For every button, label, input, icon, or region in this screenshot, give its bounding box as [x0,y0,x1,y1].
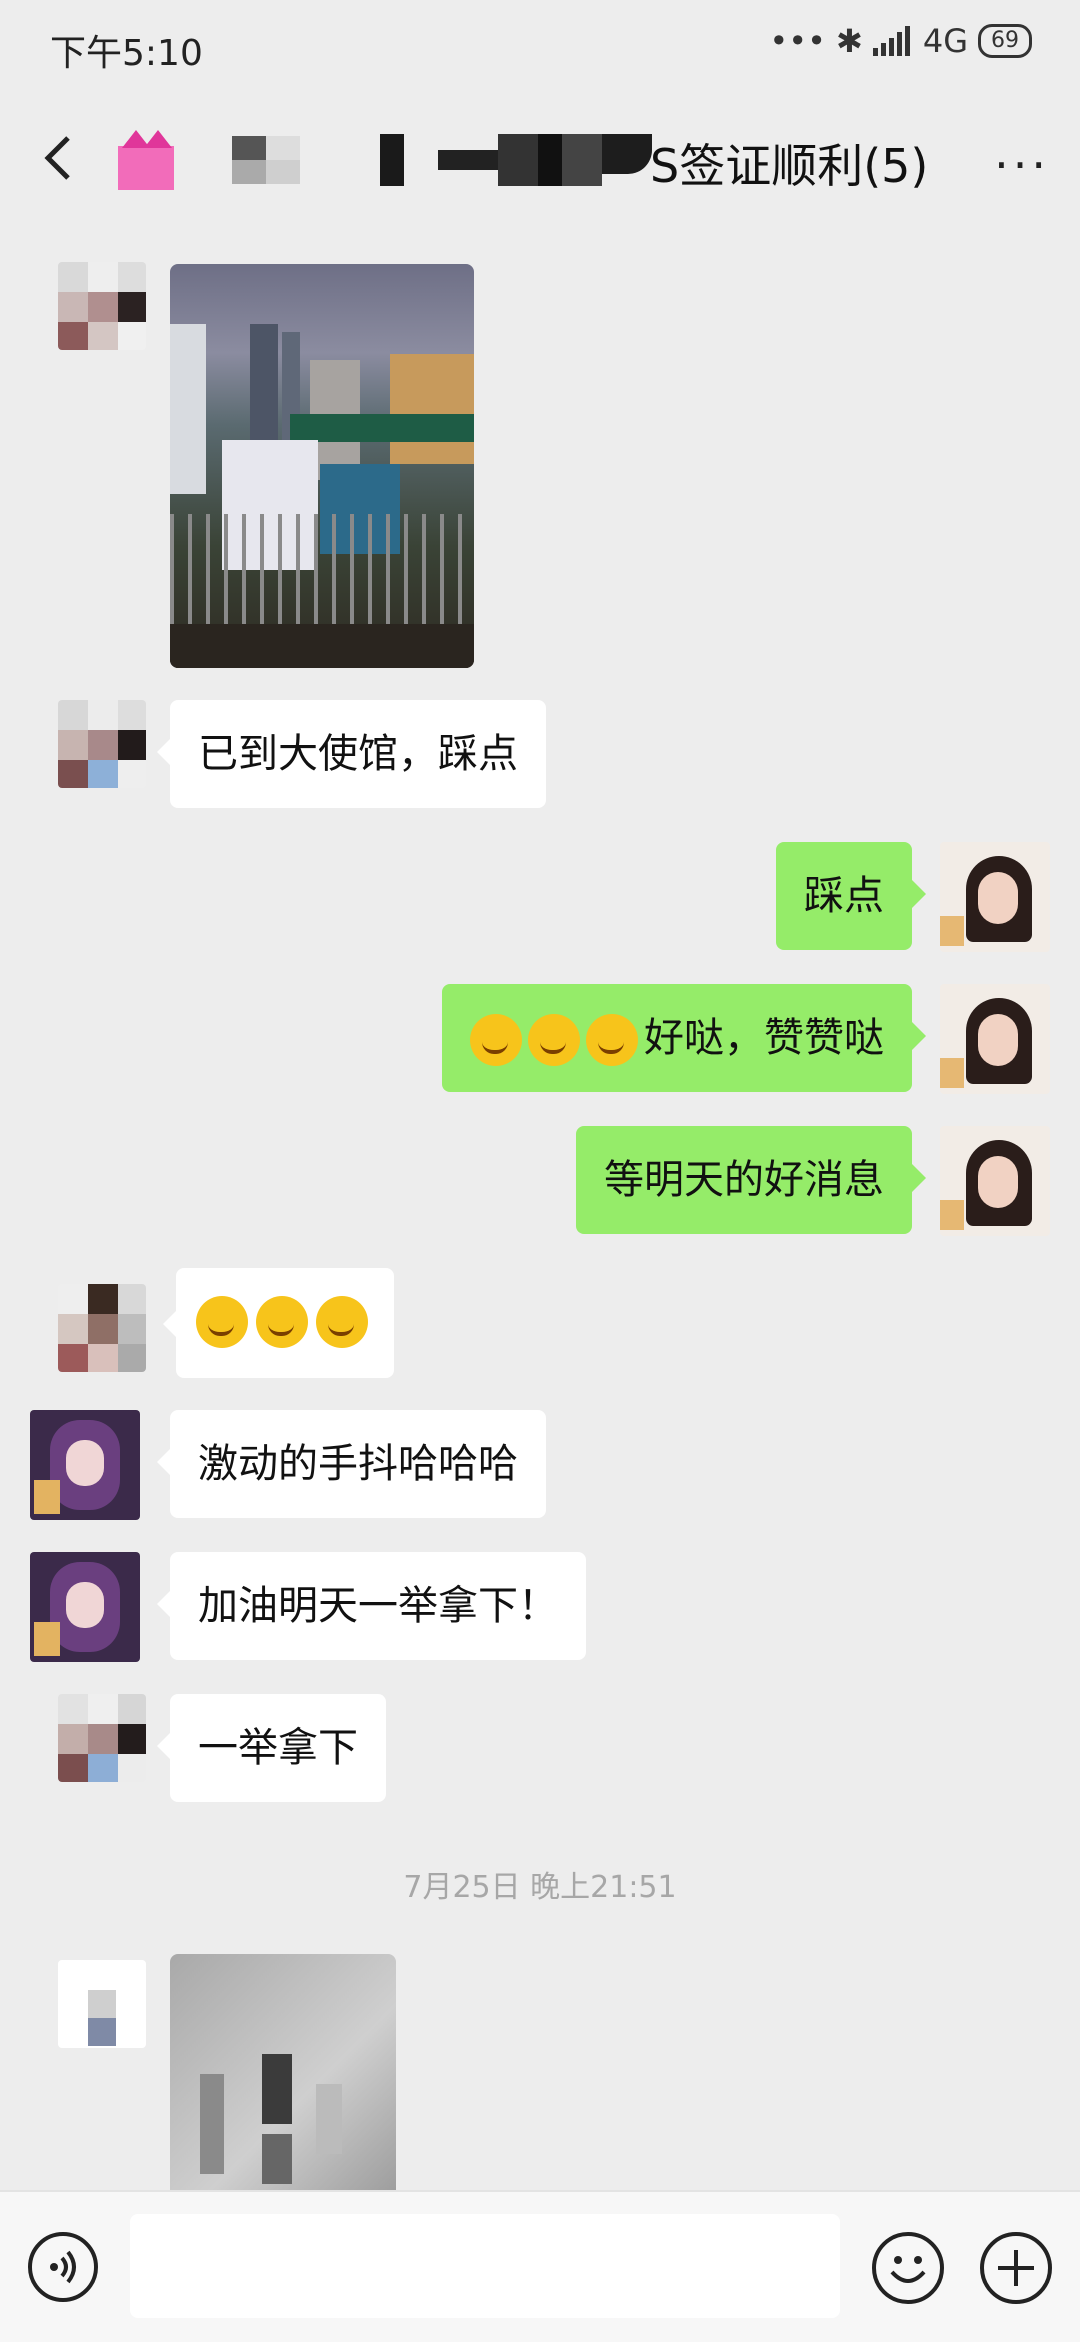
obscured-title-part [232,130,662,190]
blush-emoji-icon [586,1014,638,1066]
message-bubble[interactable]: 等明天的好消息 [576,1126,912,1234]
chat-header: S签证顺利(5) ··· [0,100,1080,220]
plus-sign-icon [998,2250,1034,2286]
network-type: 4G [922,22,968,60]
voice-icon[interactable] [28,2232,98,2302]
avatar[interactable] [58,1694,146,1782]
avatar[interactable] [58,1960,146,2048]
grin-emoji-icon [316,1296,368,1348]
user-avatar[interactable] [940,984,1050,1094]
grin-emoji-icon [196,1296,248,1348]
grin-emoji-icon [256,1296,308,1348]
bubble-tail [163,1310,177,1338]
message-input[interactable] [130,2214,840,2318]
avatar[interactable] [30,1552,140,1662]
input-toolbar [0,2190,1080,2342]
message-bubble[interactable] [176,1268,394,1378]
blush-emoji-icon [528,1014,580,1066]
avatar[interactable] [58,700,146,788]
bubble-tail [912,1022,926,1050]
blush-emoji-icon [470,1014,522,1066]
avatar[interactable] [58,262,146,350]
message-bubble[interactable]: 已到大使馆，踩点 [170,700,546,808]
bubble-tail [912,880,926,908]
timestamp: 7月25日 晚上21:51 [403,1870,677,1905]
message-bubble[interactable]: 好哒，赞赞哒 [442,984,912,1092]
message-bubble[interactable]: 一举拿下 [170,1694,386,1802]
message-bubble[interactable]: 踩点 [776,842,912,950]
avatar[interactable] [58,1284,146,1372]
status-time: 下午5:10 [50,33,203,74]
chevron-left-icon[interactable] [30,128,90,188]
message-bubble[interactable]: 加油明天一举拿下！ [170,1552,586,1660]
bubble-tail [157,1732,171,1760]
bubble-tail [912,1164,926,1192]
signal-icon [872,26,910,56]
message-image[interactable] [170,1954,396,2190]
message-text: 好哒，赞赞哒 [644,1015,884,1061]
avatar[interactable] [30,1410,140,1520]
battery-icon: 69 [978,24,1032,58]
smiley-face-icon [890,2256,926,2283]
status-bar: 下午5:10 ••• ✱ 4G 69 [0,0,1080,90]
group-emoji-icon [112,128,178,190]
chat-title: S签证顺利(5) [650,139,929,193]
bubble-tail [157,1590,171,1618]
status-icons: ••• ✱ 4G 69 [769,22,1032,60]
bubble-tail [157,738,171,766]
user-avatar[interactable] [940,1126,1050,1236]
smiley-icon[interactable] [872,2232,944,2304]
message-bubble[interactable]: 激动的手抖哈哈哈 [170,1410,546,1518]
voice-waves-icon [50,2250,76,2284]
user-avatar[interactable] [940,842,1050,952]
plus-icon[interactable] [980,2232,1052,2304]
notification-dots-icon: ••• [769,22,827,60]
bubble-tail [157,1448,171,1476]
bluetooth-icon: ✱ [836,22,863,60]
message-image[interactable] [170,264,474,668]
more-options-icon[interactable]: ··· [994,138,1050,192]
